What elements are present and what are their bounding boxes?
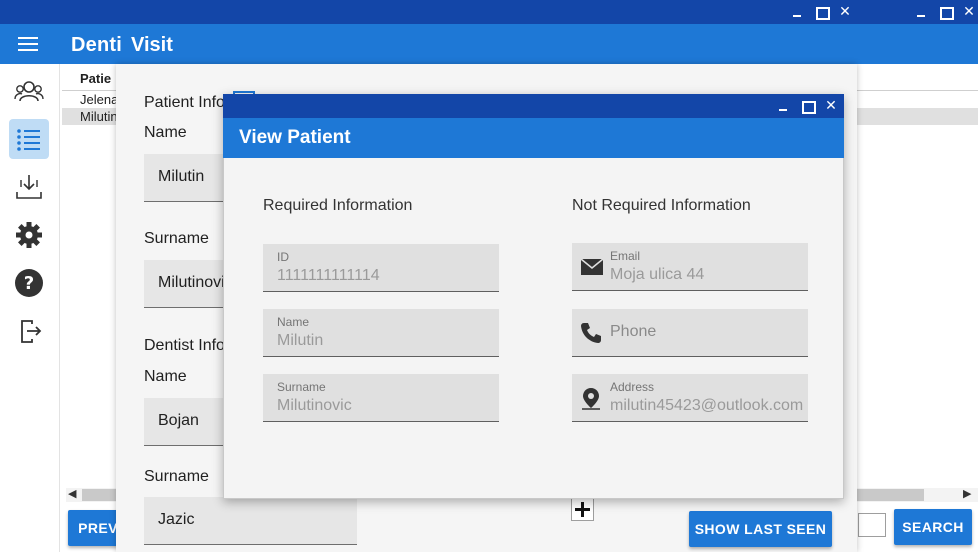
visit-maximize-button[interactable] bbox=[809, 0, 833, 24]
mail-icon bbox=[580, 258, 604, 275]
id-field[interactable]: ID 1111111111114 bbox=[263, 244, 499, 292]
email-field[interactable]: Email Moja ulica 44 bbox=[572, 243, 808, 291]
dialog-title: View Patient bbox=[239, 127, 351, 148]
sidebar-item-list[interactable] bbox=[9, 119, 49, 159]
email-value: Moja ulica 44 bbox=[610, 266, 705, 283]
help-icon: ? bbox=[15, 269, 43, 297]
scroll-right-icon[interactable]: ▶ bbox=[963, 487, 971, 500]
patient-info-heading: Patient Info bbox=[144, 94, 225, 111]
address-value: milutin45423@outlook.com bbox=[610, 397, 804, 414]
location-pin-icon bbox=[582, 388, 600, 410]
users-icon bbox=[14, 81, 44, 102]
table-row[interactable]: Milutin bbox=[80, 109, 118, 124]
dialog-minimize-button[interactable] bbox=[771, 94, 795, 118]
hamburger-menu-icon[interactable] bbox=[18, 37, 38, 51]
surname-field[interactable]: Surname Milutinovic bbox=[263, 374, 499, 422]
dentist-surname-value: Jazic bbox=[158, 511, 195, 528]
gear-icon bbox=[16, 222, 42, 248]
address-field[interactable]: Address milutin45423@outlook.com bbox=[572, 374, 808, 422]
dentist-surname-field[interactable]: Jazic bbox=[144, 497, 357, 545]
patient-name-value: Milutin bbox=[158, 168, 205, 185]
phone-placeholder: Phone bbox=[610, 323, 657, 340]
surname-value: Milutinovic bbox=[277, 397, 352, 414]
name-label: Name bbox=[277, 315, 310, 329]
phone-field[interactable]: Phone bbox=[572, 309, 808, 357]
dialog-titlebar bbox=[223, 94, 844, 118]
name-field[interactable]: Name Milutin bbox=[263, 309, 499, 357]
dentist-info-heading: Dentist Info bbox=[144, 337, 225, 354]
sidebar: ? bbox=[0, 64, 60, 552]
sidebar-item-logout[interactable] bbox=[9, 311, 49, 351]
dialog-close-button[interactable]: ✕ bbox=[819, 94, 843, 118]
show-last-seen-button[interactable]: SHOW LAST SEEN bbox=[689, 511, 832, 547]
list-icon bbox=[17, 129, 40, 151]
table-header: Patie bbox=[80, 71, 112, 86]
main-maximize-button[interactable] bbox=[933, 0, 957, 24]
phone-icon bbox=[581, 323, 601, 343]
download-icon bbox=[16, 175, 42, 199]
dentist-name-value: Bojan bbox=[158, 412, 199, 429]
not-required-info-heading: Not Required Information bbox=[572, 197, 751, 214]
sidebar-item-import[interactable] bbox=[9, 167, 49, 207]
id-label: ID bbox=[277, 250, 289, 264]
surname-label: Surname bbox=[277, 380, 326, 394]
patient-surname-value: Milutinovic bbox=[158, 274, 233, 291]
name-value: Milutin bbox=[277, 332, 324, 349]
scroll-left-icon[interactable]: ◀ bbox=[68, 487, 76, 500]
app-title: Denti bbox=[71, 34, 122, 56]
sidebar-item-settings[interactable] bbox=[9, 215, 49, 255]
dialog-maximize-button[interactable] bbox=[795, 94, 819, 118]
sidebar-item-help[interactable]: ? bbox=[9, 263, 49, 303]
patient-name-label: Name bbox=[144, 124, 187, 141]
id-value: 1111111111114 bbox=[277, 267, 380, 284]
logout-icon bbox=[21, 320, 42, 343]
required-info-heading: Required Information bbox=[263, 197, 413, 214]
sidebar-item-patients[interactable] bbox=[9, 72, 49, 112]
svg-text:?: ? bbox=[24, 273, 34, 294]
email-label: Email bbox=[610, 249, 641, 263]
table-row[interactable]: Jelena bbox=[80, 92, 118, 107]
search-button[interactable]: SEARCH bbox=[894, 509, 972, 545]
dentist-surname-label: Surname bbox=[144, 468, 209, 485]
visit-title: Visit bbox=[131, 34, 173, 56]
search-input[interactable] bbox=[858, 513, 886, 537]
patient-surname-label: Surname bbox=[144, 230, 209, 247]
address-label: Address bbox=[610, 380, 655, 394]
visit-close-button[interactable]: ✕ bbox=[833, 0, 857, 24]
add-icon[interactable] bbox=[571, 498, 594, 521]
main-minimize-button[interactable] bbox=[909, 0, 933, 24]
main-close-button[interactable]: ✕ bbox=[957, 0, 978, 24]
visit-minimize-button[interactable] bbox=[785, 0, 809, 24]
dentist-name-label: Name bbox=[144, 368, 187, 385]
